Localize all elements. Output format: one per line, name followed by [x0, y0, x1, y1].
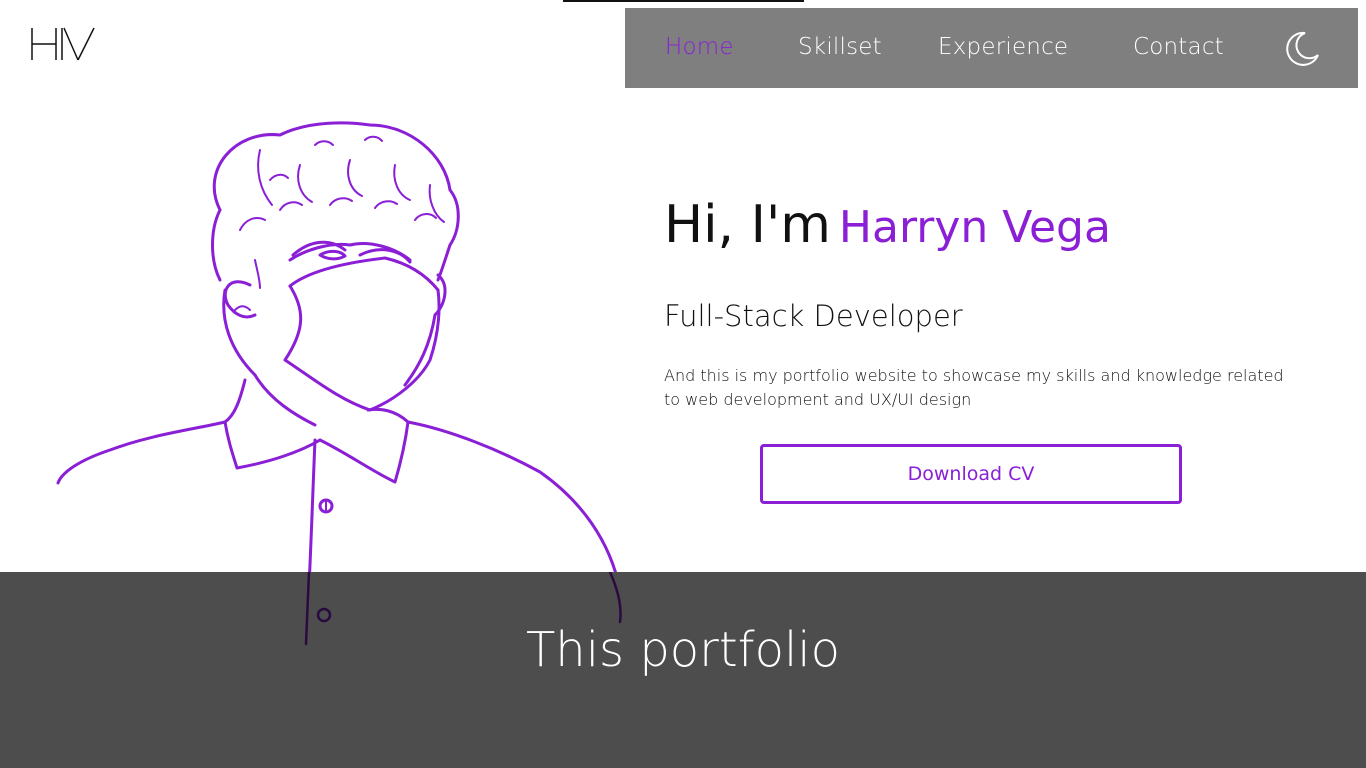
download-cv-button[interactable]: Download CV	[760, 444, 1182, 504]
top-strip	[563, 0, 804, 2]
section-title: This portfolio	[525, 622, 841, 678]
nav-item-skillset[interactable]: Skillset	[798, 34, 882, 60]
main-navbar: Home Skillset Experience Contact	[625, 8, 1358, 88]
hero-name: Harryn Vega	[838, 202, 1111, 253]
page: Home Skillset Experience Contact Hi, I'm…	[0, 0, 1366, 768]
nav-item-experience[interactable]: Experience	[938, 34, 1068, 60]
portfolio-section: This portfolio	[0, 572, 1366, 768]
portrait-overlap-lines	[304, 572, 622, 646]
hero-greeting: Hi, I'm	[664, 195, 831, 255]
moon-icon[interactable]	[1283, 30, 1321, 68]
nav-item-contact[interactable]: Contact	[1133, 34, 1224, 60]
site-logo[interactable]	[30, 26, 96, 62]
hero-title: Hi, I'm Harryn Vega	[664, 195, 1111, 255]
portrait-illustration	[56, 121, 625, 647]
nav-item-home[interactable]: Home	[665, 34, 734, 60]
hero-description: And this is my portfolio website to show…	[664, 366, 1284, 409]
hv-logo-icon	[31, 27, 95, 61]
hero-role: Full-Stack Developer	[664, 299, 963, 333]
